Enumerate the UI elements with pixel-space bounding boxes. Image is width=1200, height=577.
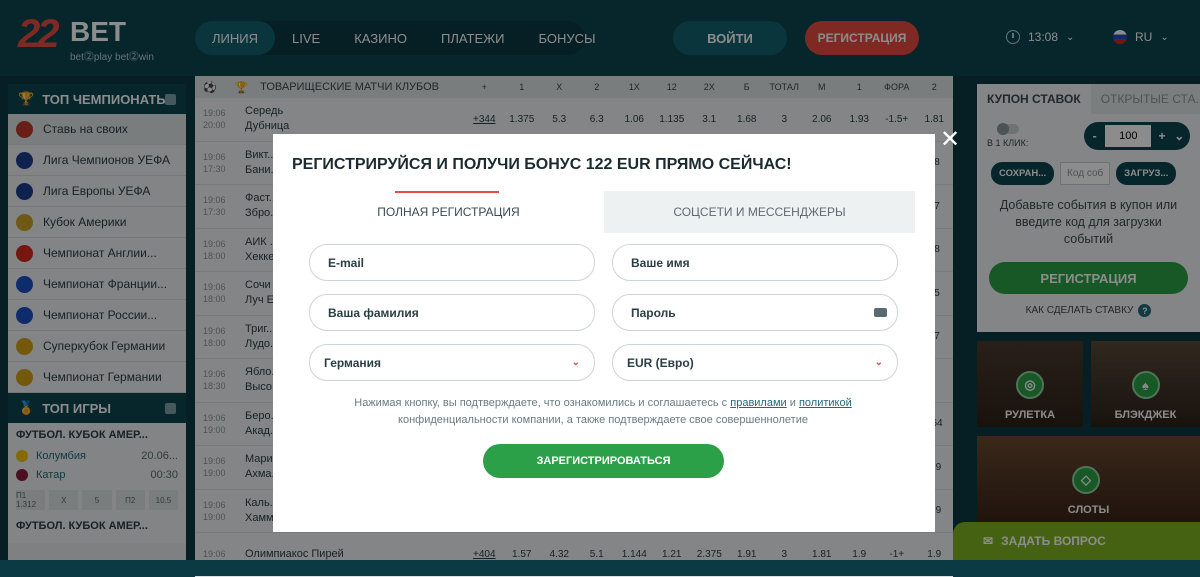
chevron-down-icon: ⌄ bbox=[874, 357, 883, 368]
terms-line: Нажимая кнопку, вы подтверждаете, что оз… bbox=[354, 397, 728, 409]
country-select[interactable]: Германия ⌄ bbox=[309, 344, 595, 381]
currency-select[interactable]: EUR (Евро) ⌄ bbox=[612, 344, 898, 381]
terms-line: конфиденциальности компании, а также под… bbox=[398, 414, 808, 426]
tab-full-registration[interactable]: ПОЛНАЯ РЕГИСТРАЦИЯ bbox=[293, 191, 604, 233]
submit-register-button[interactable]: ЗАРЕГИСТРИРОВАТЬСЯ bbox=[483, 444, 724, 478]
tab-social-registration[interactable]: СОЦСЕТИ И МЕССЕНДЖЕРЫ bbox=[604, 191, 915, 233]
close-icon[interactable]: ✕ bbox=[940, 125, 960, 154]
keyboard-icon[interactable] bbox=[874, 308, 887, 317]
terms-text: Нажимая кнопку, вы подтверждаете, что оз… bbox=[313, 395, 893, 429]
policy-link[interactable]: политикой bbox=[799, 397, 852, 409]
registration-modal: РЕГИСТРИРУЙСЯ И ПОЛУЧИ БОНУС 122 EUR ПРЯ… bbox=[273, 134, 935, 532]
email-field[interactable]: E-mail bbox=[309, 244, 595, 281]
surname-field[interactable]: Ваша фамилия bbox=[309, 294, 595, 331]
currency-value: EUR (Евро) bbox=[627, 355, 694, 370]
country-value: Германия bbox=[324, 355, 382, 370]
rules-link[interactable]: правилами bbox=[730, 397, 786, 409]
chevron-down-icon: ⌄ bbox=[571, 357, 580, 368]
password-label: Пароль bbox=[631, 305, 676, 320]
modal-title: РЕГИСТРИРУЙСЯ И ПОЛУЧИ БОНУС 122 EUR ПРЯ… bbox=[292, 156, 792, 173]
terms-and: и bbox=[789, 397, 796, 409]
password-field[interactable]: Пароль bbox=[612, 294, 898, 331]
registration-tabs: ПОЛНАЯ РЕГИСТРАЦИЯ СОЦСЕТИ И МЕССЕНДЖЕРЫ bbox=[293, 191, 915, 233]
name-field[interactable]: Ваше имя bbox=[612, 244, 898, 281]
